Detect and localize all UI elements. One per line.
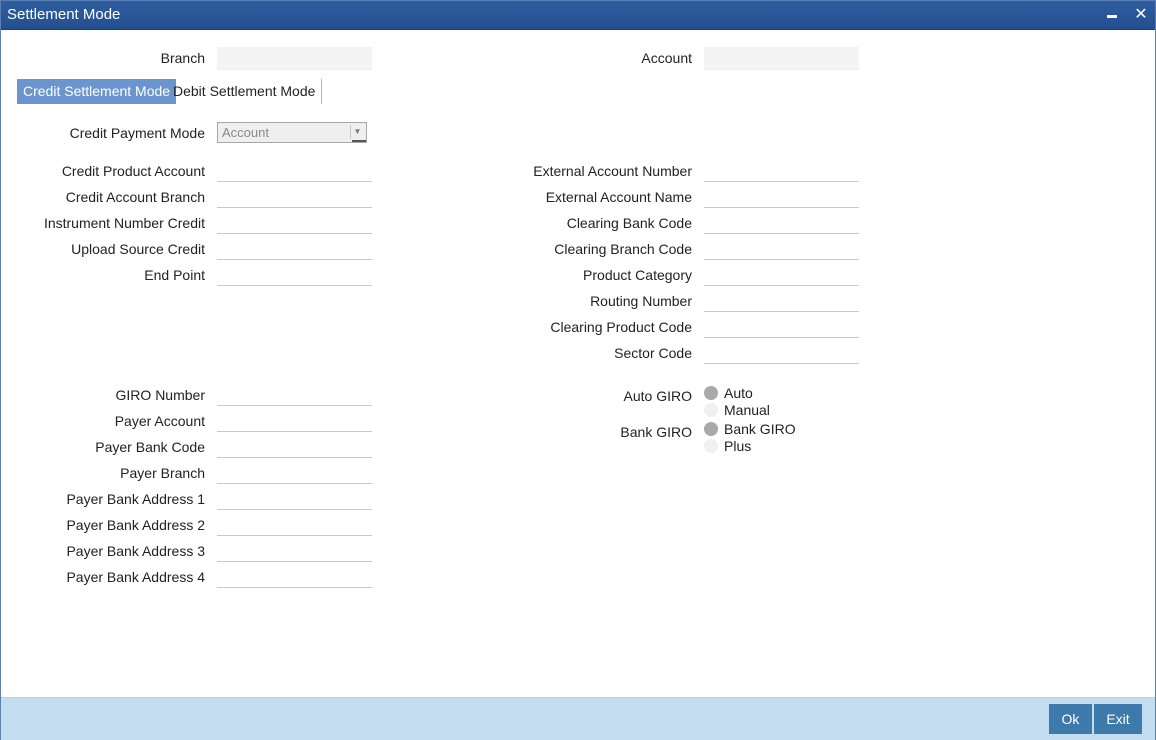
product-category-label: Product Category	[583, 267, 692, 283]
external-account-name-field[interactable]	[704, 185, 859, 208]
chevron-down-icon[interactable]: ▼	[350, 125, 364, 139]
sector-code-label: Sector Code	[614, 345, 692, 361]
payer-bank-code-label: Payer Bank Code	[95, 439, 205, 455]
routing-number-field[interactable]	[704, 289, 859, 312]
credit-product-account-label: Credit Product Account	[61, 163, 205, 179]
instrument-number-credit-field[interactable]	[217, 211, 372, 234]
credit-account-branch-label: Credit Account Branch	[65, 189, 205, 205]
clearing-product-code-label: Clearing Product Code	[550, 319, 692, 335]
credit-payment-mode-value: Account	[222, 125, 269, 140]
routing-number-label: Routing Number	[590, 293, 692, 309]
footer-bar	[1, 697, 1155, 740]
payer-bank-address-3-label: Payer Bank Address 3	[66, 543, 205, 559]
giro-number-field[interactable]	[217, 383, 372, 406]
clearing-bank-code-label: Clearing Bank Code	[566, 215, 692, 231]
window-title: Settlement Mode	[7, 6, 121, 23]
external-account-number-field[interactable]	[704, 159, 859, 182]
end-point-field[interactable]	[217, 263, 372, 286]
clearing-product-code-field[interactable]	[704, 315, 859, 338]
select-corner	[352, 140, 366, 142]
payer-account-label: Payer Account	[114, 413, 205, 429]
branch-label: Branch	[160, 50, 205, 66]
credit-payment-mode-label: Credit Payment Mode	[69, 125, 205, 141]
external-account-name-label: External Account Name	[545, 189, 692, 205]
exit-button[interactable]: Exit	[1094, 704, 1142, 734]
instrument-number-credit-label: Instrument Number Credit	[43, 215, 205, 231]
auto-giro-auto-label: Auto	[724, 385, 753, 401]
product-category-field[interactable]	[704, 263, 859, 286]
upload-source-credit-label: Upload Source Credit	[71, 241, 205, 257]
external-account-number-label: External Account Number	[533, 163, 692, 179]
bank-giro-bank-giro-radio[interactable]	[704, 422, 718, 436]
payer-bank-address-2-label: Payer Bank Address 2	[66, 517, 205, 533]
auto-giro-label: Auto GIRO	[623, 388, 692, 404]
title-bar: Settlement Mode ✕	[1, 1, 1155, 30]
clearing-bank-code-field[interactable]	[704, 211, 859, 234]
account-label: Account	[641, 50, 692, 66]
bank-giro-plus-label: Plus	[724, 438, 752, 454]
sector-code-field[interactable]	[704, 341, 859, 364]
close-icon[interactable]: ✕	[1131, 5, 1151, 25]
ok-button[interactable]: Ok	[1049, 704, 1092, 734]
credit-payment-mode-select[interactable]: Account ▼	[217, 122, 367, 143]
payer-bank-address-2-field[interactable]	[217, 513, 372, 536]
payer-bank-address-4-label: Payer Bank Address 4	[66, 569, 205, 585]
payer-bank-address-4-field[interactable]	[217, 565, 372, 588]
payer-bank-address-3-field[interactable]	[217, 539, 372, 562]
minimize-icon[interactable]	[1102, 5, 1122, 25]
clearing-branch-code-label: Clearing Branch Code	[554, 241, 692, 257]
credit-product-account-field[interactable]	[217, 159, 372, 182]
giro-number-label: GIRO Number	[115, 387, 205, 403]
settlement-mode-window: Settlement Mode ✕ Branch Account Credit …	[0, 0, 1156, 740]
payer-branch-field[interactable]	[217, 461, 372, 484]
branch-field[interactable]	[217, 47, 372, 70]
payer-bank-code-field[interactable]	[217, 435, 372, 458]
tab-credit-settlement-mode[interactable]: Credit Settlement Mode	[17, 79, 177, 104]
bank-giro-label: Bank GIRO	[620, 424, 692, 440]
clearing-branch-code-field[interactable]	[704, 237, 859, 260]
auto-giro-auto-radio[interactable]	[704, 386, 718, 400]
payer-bank-address-1-label: Payer Bank Address 1	[66, 491, 205, 507]
end-point-label: End Point	[144, 267, 205, 283]
credit-account-branch-field[interactable]	[217, 185, 372, 208]
payer-account-field[interactable]	[217, 409, 372, 432]
payer-branch-label: Payer Branch	[120, 465, 205, 481]
payer-bank-address-1-field[interactable]	[217, 487, 372, 510]
auto-giro-manual-radio[interactable]	[704, 403, 718, 417]
bank-giro-plus-radio[interactable]	[704, 439, 718, 453]
upload-source-credit-field[interactable]	[217, 237, 372, 260]
auto-giro-manual-label: Manual	[724, 402, 770, 418]
bank-giro-bank-giro-label: Bank GIRO	[724, 421, 796, 437]
account-field[interactable]	[704, 47, 859, 70]
tab-debit-settlement-mode[interactable]: Debit Settlement Mode	[167, 79, 323, 104]
